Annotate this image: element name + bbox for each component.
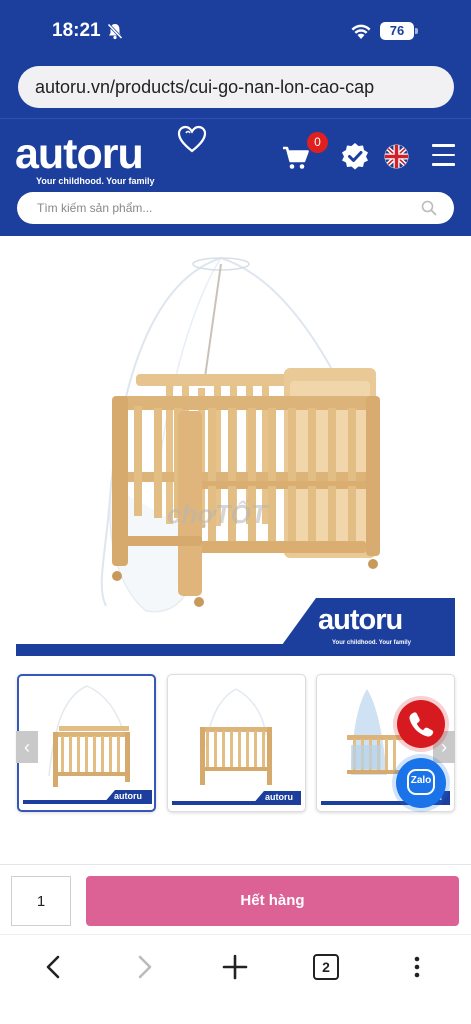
battery-tip <box>415 28 418 34</box>
status-time: 18:21 <box>52 20 101 41</box>
back-icon[interactable] <box>40 953 68 981</box>
thumbnail-2[interactable]: autoru <box>167 674 306 812</box>
menu-line <box>432 153 455 156</box>
new-tab-icon[interactable] <box>221 953 249 981</box>
browser-url-area: autoru.vn/products/cui-go-nan-lon-cao-ca… <box>0 62 471 118</box>
zalo-chat-button[interactable]: Zalo <box>396 758 446 808</box>
battery-indicator: 76 <box>380 22 414 40</box>
verified-badge-icon[interactable] <box>341 142 369 170</box>
hamburger-menu-icon[interactable] <box>432 144 455 166</box>
search-box <box>17 192 454 224</box>
product-main-image[interactable] <box>16 236 455 656</box>
purchase-bar: Hết hàng <box>0 864 471 934</box>
url-bar[interactable]: autoru.vn/products/cui-go-nan-lon-cao-ca… <box>18 66 454 108</box>
banner-brand-logo: autoru <box>318 604 403 636</box>
quantity-input[interactable] <box>11 876 71 926</box>
heart-icon <box>177 125 207 153</box>
wifi-icon <box>351 24 371 39</box>
menu-line <box>432 163 455 166</box>
thumbnail-brand: autoru <box>265 792 293 802</box>
uk-flag-icon[interactable] <box>383 144 410 169</box>
tabs-count-button[interactable]: 2 <box>313 954 339 980</box>
brand-logo[interactable]: autoru <box>15 129 144 179</box>
carousel-prev-button[interactable]: ‹ <box>16 731 38 763</box>
browser-toolbar: 2 <box>0 934 471 1024</box>
crib-illustration <box>100 257 380 613</box>
phone-icon <box>409 712 434 737</box>
brand-tagline: Your childhood. Your family <box>36 176 155 186</box>
search-input[interactable] <box>37 192 417 224</box>
zalo-icon: Zalo <box>407 769 435 795</box>
cart-count-badge: 0 <box>307 132 328 153</box>
thumbnail-brand: autoru <box>114 791 142 801</box>
out-of-stock-button[interactable]: Hết hàng <box>86 876 459 926</box>
cart-icon[interactable] <box>282 145 310 171</box>
bell-muted-icon <box>107 23 123 40</box>
menu-line <box>432 144 455 147</box>
banner-tagline: Your childhood. Your family <box>332 640 412 646</box>
watermark-text: chợTỐT <box>167 499 267 529</box>
more-options-icon[interactable] <box>403 953 431 981</box>
call-button[interactable] <box>397 700 445 748</box>
search-icon[interactable] <box>421 200 437 216</box>
forward-icon[interactable] <box>130 953 158 981</box>
status-bar: 18:21 76 <box>0 0 471 62</box>
site-header: autoru Your childhood. Your family 0 <box>0 118 471 236</box>
